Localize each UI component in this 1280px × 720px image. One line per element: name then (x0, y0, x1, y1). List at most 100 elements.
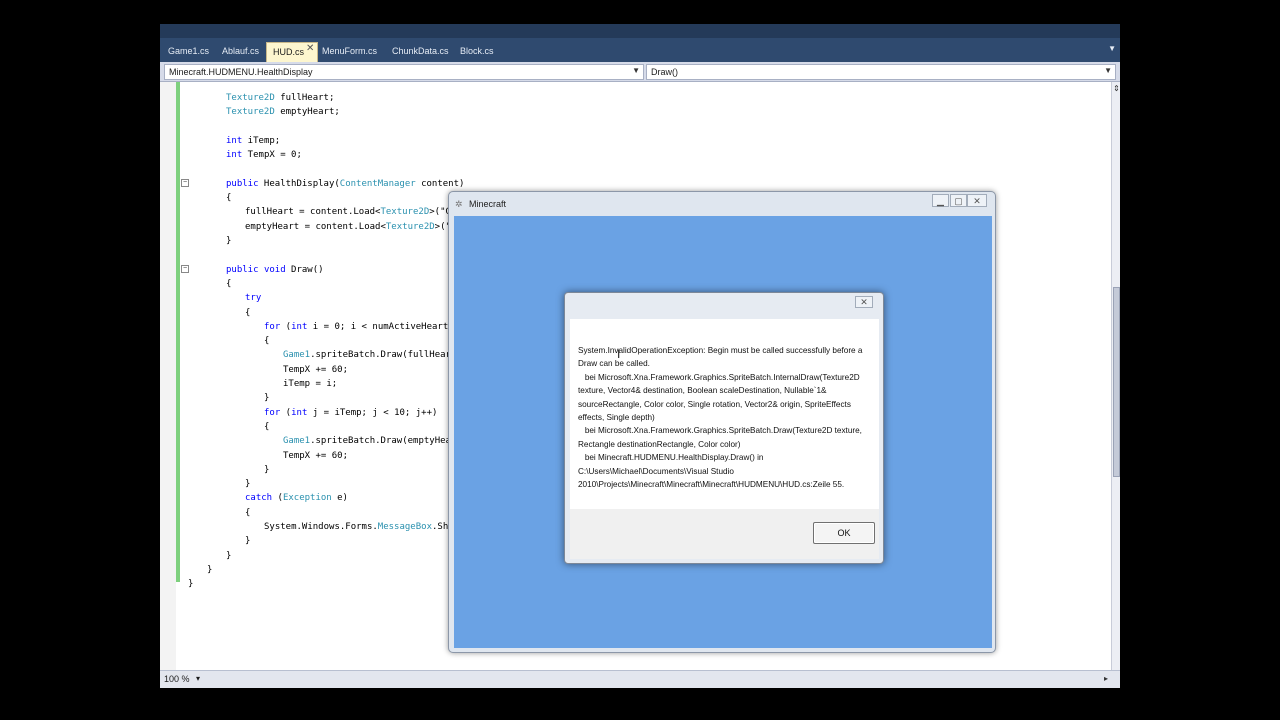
code-token: { (245, 307, 251, 318)
code-line[interactable]: emptyHeart = content.Load<Texture2D>("GU… (245, 221, 478, 233)
window-title: Minecraft (469, 199, 507, 209)
tab-label: HUD.cs (273, 47, 304, 57)
code-line[interactable]: public void Draw() (226, 264, 324, 276)
class-selector-value: Minecraft.HUDMENU.HealthDisplay (169, 67, 313, 77)
zoom-bar: 100 % ▾ ▸ (160, 670, 1120, 688)
error-message-box[interactable]: ✕ System.InvalidOperationException: Begi… (564, 292, 884, 564)
message-footer: OK (570, 509, 879, 559)
code-token: } (226, 236, 232, 246)
tab-game1[interactable]: Game1.cs (162, 42, 214, 62)
code-token: Texture2D (380, 207, 430, 218)
code-token: { (264, 336, 270, 347)
class-selector[interactable]: Minecraft.HUDMENU.HealthDisplay ▼ (164, 64, 644, 80)
member-selector[interactable]: Draw() ▼ (646, 64, 1116, 80)
tab-chunkdata[interactable]: ChunkData.cs (386, 42, 450, 62)
code-token: } (264, 464, 270, 475)
code-line[interactable]: try (245, 292, 261, 304)
code-line[interactable]: { (226, 278, 231, 290)
code-token: content) (415, 178, 465, 189)
close-button[interactable]: ✕ (855, 296, 873, 308)
code-token: HealthDisplay( (258, 178, 340, 189)
document-tab-bar: Game1.cs Ablauf.cs HUD.cs ✕ MenuForm.cs … (160, 38, 1120, 62)
code-token: System.Windows.Forms. (264, 522, 378, 532)
code-token: for (264, 407, 281, 418)
tab-menuform[interactable]: MenuForm.cs (316, 42, 380, 62)
chevron-down-icon: ▼ (1104, 66, 1112, 75)
ok-button[interactable]: OK (813, 522, 875, 544)
code-line[interactable]: } (226, 550, 231, 562)
code-line[interactable]: } (245, 478, 250, 490)
code-line[interactable]: Texture2D fullHeart; (226, 92, 334, 104)
indicator-margin (160, 82, 176, 670)
code-token: public (226, 264, 259, 275)
scrollbar-thumb[interactable] (1113, 287, 1120, 477)
code-line[interactable]: public HealthDisplay(ContentManager cont… (226, 178, 464, 190)
code-line[interactable]: { (226, 192, 231, 204)
collapse-icon[interactable]: − (181, 265, 189, 273)
tab-label: Game1.cs (168, 46, 210, 56)
code-token: int (226, 150, 243, 161)
code-line[interactable]: } (207, 564, 212, 576)
code-token: Texture2D (385, 221, 435, 232)
close-button[interactable]: ✕ (967, 194, 987, 207)
app-icon: ✲ (455, 199, 463, 209)
chevron-down-icon[interactable]: ▾ (196, 674, 200, 683)
code-token: Draw() (285, 264, 324, 275)
code-token: Texture2D (226, 93, 275, 103)
tab-block[interactable]: Block.cs (454, 42, 506, 62)
code-line[interactable]: iTemp = i; (283, 378, 337, 390)
navigation-bar: Minecraft.HUDMENU.HealthDisplay ▼ Draw()… (160, 62, 1120, 82)
code-token: } (245, 536, 251, 547)
code-token: catch (245, 493, 273, 504)
code-token: ( (272, 493, 283, 504)
code-line[interactable]: { (245, 307, 250, 319)
minimize-button[interactable]: ▁ (932, 194, 949, 207)
toolbar-strip (160, 24, 1120, 38)
member-selector-value: Draw() (651, 67, 678, 77)
code-token: } (188, 579, 194, 590)
code-token: MessageBox (377, 522, 432, 532)
tab-label: Ablauf.cs (222, 46, 260, 56)
code-token: { (264, 421, 270, 432)
code-line[interactable]: fullHeart = content.Load<Texture2D>("GUI… (245, 206, 478, 218)
zoom-level[interactable]: 100 % (164, 674, 190, 684)
code-token: try (245, 293, 262, 304)
code-line[interactable]: for (int j = iTemp; j < 10; j++) (264, 407, 437, 419)
code-token: { (245, 507, 251, 518)
code-token: } (226, 550, 232, 561)
code-token: } (264, 393, 270, 404)
collapse-icon[interactable]: − (181, 179, 189, 187)
tab-close-icon[interactable]: ✕ (306, 43, 314, 54)
code-token: emptyHeart; (274, 107, 340, 118)
vertical-scrollbar[interactable]: ⇕ (1111, 82, 1120, 670)
code-line[interactable]: } (264, 464, 269, 476)
tab-label: ChunkData.cs (392, 46, 449, 56)
code-token: for (264, 321, 281, 332)
code-token: Game1 (283, 436, 311, 447)
code-line[interactable]: int iTemp; (226, 135, 280, 147)
code-line[interactable]: catch (Exception e) (245, 492, 348, 504)
code-token: } (207, 564, 213, 575)
code-line[interactable]: } (188, 578, 193, 590)
code-line[interactable]: TempX += 60; (283, 364, 348, 376)
code-line[interactable]: } (226, 235, 231, 247)
code-token: int (226, 135, 243, 146)
code-line[interactable]: { (264, 421, 269, 433)
code-token: int (291, 407, 308, 418)
code-token: e) (331, 493, 348, 504)
code-line[interactable]: { (264, 335, 269, 347)
code-token: Game1 (283, 350, 311, 361)
tab-ablauf[interactable]: Ablauf.cs (216, 42, 264, 62)
scroll-right-icon[interactable]: ▸ (1104, 674, 1108, 683)
code-token: void (263, 264, 286, 275)
code-line[interactable]: { (245, 507, 250, 519)
tab-overflow-icon[interactable]: ▼ (1108, 44, 1116, 53)
maximize-button[interactable]: ▢ (950, 194, 967, 207)
split-icon[interactable]: ⇕ (1112, 84, 1121, 94)
change-tracking-bar (176, 82, 180, 582)
code-line[interactable]: } (245, 535, 250, 547)
code-line[interactable]: int TempX = 0; (226, 149, 302, 161)
code-line[interactable]: } (264, 392, 269, 404)
code-line[interactable]: Texture2D emptyHeart; (226, 106, 340, 118)
code-line[interactable]: TempX += 60; (283, 450, 348, 462)
